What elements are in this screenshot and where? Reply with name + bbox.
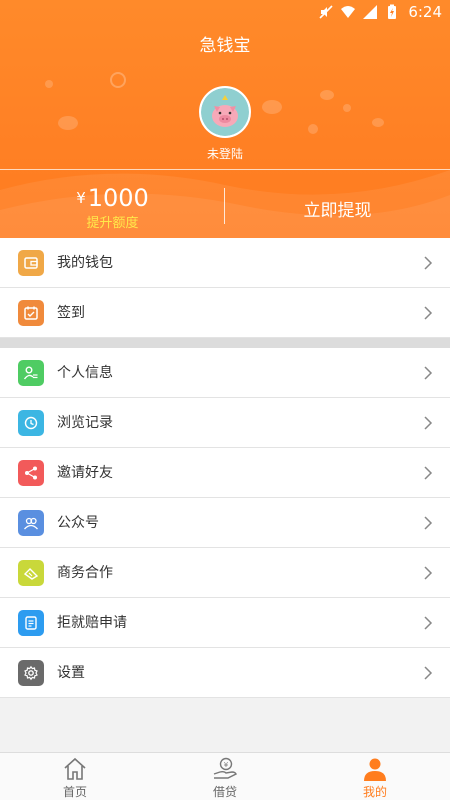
chevron-right-icon [424,256,433,270]
app-title: 急钱宝 [199,36,251,56]
header-divider [0,169,450,170]
chevron-right-icon [424,416,433,430]
quota-amount: ¥1000 [0,184,225,212]
signal-icon [363,5,378,19]
nav-label: 借贷 [212,785,237,799]
menu-item-personal-info[interactable]: 个人信息 [0,348,450,398]
calendar-checkin-icon [18,300,44,326]
decor-bubble [320,90,334,100]
cooperation-icon [18,560,44,586]
gear-icon [18,660,44,686]
chevron-right-icon [424,666,433,680]
currency-symbol: ¥ [76,189,86,207]
user-info-icon [18,360,44,386]
chevron-right-icon [424,616,433,630]
menu-label: 个人信息 [57,365,113,381]
person-icon [364,758,386,781]
decor-bubble [308,124,318,134]
menu-label: 商务合作 [57,565,113,581]
quota-value: 1000 [87,184,149,212]
menu-item-business-cooperation[interactable]: 商务合作 [0,548,450,598]
menu-item-wallet[interactable]: 我的钱包 [0,238,450,288]
menu-label: 拒就赔申请 [57,615,127,631]
decor-bubble [58,116,78,130]
menu-item-checkin[interactable]: 签到 [0,288,450,338]
menu-label: 签到 [57,305,85,321]
profile-header: 6:24 急钱宝 未登陆 ¥1000 提升额度 立即提现 [0,0,450,238]
nav-label: 我的 [362,785,387,799]
menu-item-official-account[interactable]: 公众号 [0,498,450,548]
menu-item-settings[interactable]: 设置 [0,648,450,698]
menu-group-secondary: 个人信息 浏览记录 邀请好友 公众号 商务合作 拒就赔申请 设置 [0,348,450,698]
history-icon [18,410,44,436]
status-bar: 6:24 [0,0,450,24]
wifi-icon [341,6,356,18]
nav-tab-mine[interactable]: 我的 [300,753,450,800]
decor-bubble [262,100,282,114]
menu-label: 邀请好友 [57,465,113,481]
pig-avatar-icon [212,95,238,127]
chevron-right-icon [424,366,433,380]
raise-limit-link[interactable]: 提升额度 [0,212,225,231]
decor-bubble [372,118,384,127]
svg-text:¥: ¥ [224,761,229,769]
quota-block: ¥1000 提升额度 [0,180,225,236]
section-gap [0,338,450,348]
menu-label: 浏览记录 [57,415,113,431]
decor-bubble [343,104,351,112]
chevron-right-icon [424,566,433,580]
chevron-right-icon [424,306,433,320]
chevron-right-icon [424,516,433,530]
menu-group-primary: 我的钱包 签到 [0,238,450,338]
nav-tab-home[interactable]: 首页 [0,753,150,800]
menu-label: 设置 [57,665,85,681]
menu-item-invite-friends[interactable]: 邀请好友 [0,448,450,498]
mute-icon [319,5,333,19]
menu-item-history[interactable]: 浏览记录 [0,398,450,448]
menu-label: 我的钱包 [57,255,113,271]
menu-label: 公众号 [57,515,99,531]
nav-label: 首页 [62,785,87,799]
bottom-nav: 首页 ¥ 借贷 我的 [0,752,450,800]
users-icon [18,510,44,536]
wallet-icon [18,250,44,276]
battery-icon [388,4,397,19]
document-icon [18,610,44,636]
nav-tab-loan[interactable]: ¥ 借贷 [150,753,300,800]
share-icon [18,460,44,486]
chevron-right-icon [424,466,433,480]
home-icon [64,757,86,780]
loan-icon: ¥ [213,757,237,779]
decor-bubble [110,72,126,88]
menu-item-refund-application[interactable]: 拒就赔申请 [0,598,450,648]
avatar[interactable] [199,86,251,138]
clock: 6:24 [408,3,442,21]
withdraw-button[interactable]: 立即提现 [225,196,450,221]
decor-bubble [45,80,53,88]
